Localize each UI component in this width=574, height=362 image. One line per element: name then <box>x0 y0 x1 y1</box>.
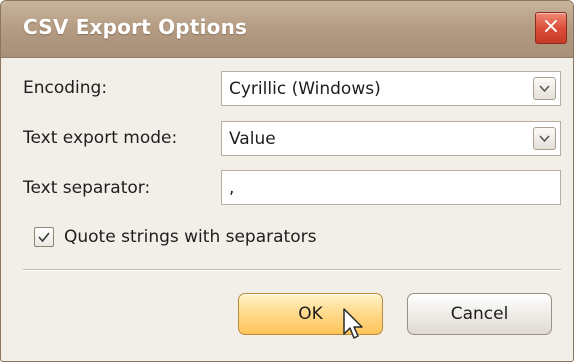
close-button[interactable]: × <box>535 12 567 44</box>
text-export-mode-value: Value <box>229 129 276 149</box>
close-icon: × <box>541 14 561 39</box>
quote-strings-checkbox[interactable] <box>34 227 54 247</box>
dialog-title: CSV Export Options <box>23 15 248 39</box>
checkmark-icon <box>38 232 50 243</box>
encoding-dropdown-button[interactable] <box>533 77 556 100</box>
text-separator-input[interactable]: , <box>221 170 561 205</box>
mouse-pointer-icon <box>343 308 363 339</box>
quote-strings-label[interactable]: Quote strings with separators <box>64 227 316 247</box>
text-export-mode-dropdown-button[interactable] <box>533 127 556 150</box>
chevron-down-icon <box>539 135 550 143</box>
text-export-mode-dropdown[interactable]: Value <box>221 121 561 156</box>
encoding-value: Cyrillic (Windows) <box>229 79 381 99</box>
encoding-label: Encoding: <box>23 78 108 98</box>
divider <box>23 269 561 271</box>
title-bar: CSV Export Options × <box>1 1 573 58</box>
text-export-mode-label: Text export mode: <box>23 128 178 148</box>
cancel-button[interactable]: Cancel <box>407 293 552 335</box>
csv-export-options-dialog: CSV Export Options × Encoding: Cyrillic … <box>0 0 574 362</box>
text-separator-label: Text separator: <box>23 178 151 198</box>
encoding-dropdown[interactable]: Cyrillic (Windows) <box>221 71 561 106</box>
text-separator-value: , <box>229 178 235 198</box>
chevron-down-icon <box>539 85 550 93</box>
